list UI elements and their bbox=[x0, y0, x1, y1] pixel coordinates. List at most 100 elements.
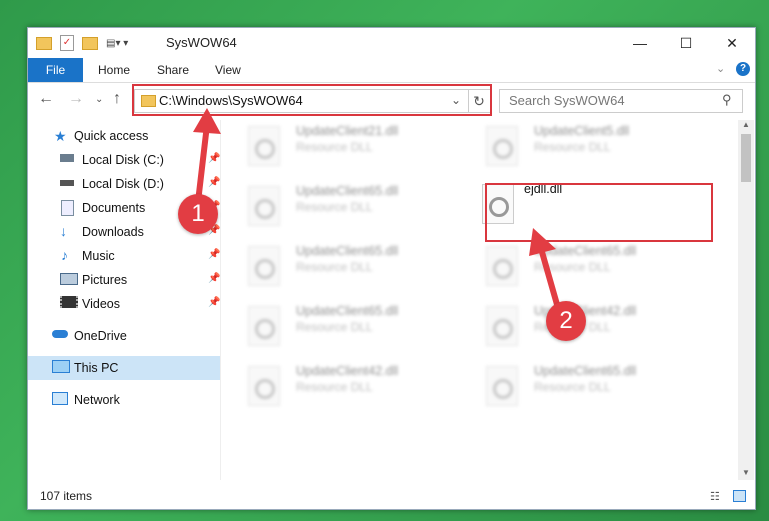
file-description: Resource DLL bbox=[296, 380, 373, 394]
properties-icon[interactable]: ✓ bbox=[60, 35, 74, 51]
file-name: UpdateClient65.dll bbox=[296, 184, 399, 198]
ribbon: File Home Share View ⌄ ? bbox=[28, 58, 755, 83]
file-name: UpdateClient5.dll bbox=[534, 124, 630, 138]
step-badge-2: 2 bbox=[546, 301, 586, 341]
sidebar-item-local-disk-d[interactable]: Local Disk (D:) 📌 bbox=[28, 172, 220, 196]
drive-icon bbox=[60, 154, 74, 162]
help-icon[interactable]: ? bbox=[736, 62, 750, 76]
address-highlight-box bbox=[132, 84, 492, 116]
sidebar-item-label: Network bbox=[74, 393, 120, 407]
up-arrow-icon[interactable]: ↑ bbox=[113, 90, 121, 108]
film-icon bbox=[60, 296, 78, 308]
sidebar-item-onedrive[interactable]: OneDrive bbox=[28, 324, 220, 348]
title-bar: ✓ ▤▾ ▾ SysWOW64 — ☐ ✕ bbox=[28, 28, 755, 58]
file-item[interactable]: UpdateClient21.dll Resource DLL bbox=[224, 120, 452, 174]
sidebar-item-network[interactable]: Network bbox=[28, 388, 220, 412]
tab-share[interactable]: Share bbox=[157, 63, 189, 77]
window-title: SysWOW64 bbox=[166, 35, 237, 50]
sidebar-item-label: Local Disk (C:) bbox=[82, 153, 164, 167]
pin-icon[interactable]: 📌 bbox=[208, 249, 220, 260]
sidebar-item-label: This PC bbox=[74, 361, 119, 375]
item-count: 107 items bbox=[40, 489, 93, 503]
dll-file-icon bbox=[486, 246, 518, 286]
dll-file-icon bbox=[248, 246, 280, 286]
network-icon bbox=[52, 392, 68, 405]
dll-file-icon bbox=[486, 126, 518, 166]
sidebar-item-this-pc[interactable]: This PC bbox=[28, 356, 220, 380]
explorer-window: ✓ ▤▾ ▾ SysWOW64 — ☐ ✕ File Home Share Vi… bbox=[27, 27, 756, 510]
search-input[interactable]: Search SysWOW64 ⚲ bbox=[499, 89, 743, 113]
sidebar-item-label: Videos bbox=[82, 297, 120, 311]
pin-icon[interactable]: 📌 bbox=[208, 297, 220, 308]
file-description: Resource DLL bbox=[534, 260, 611, 274]
file-item[interactable]: UpdateClient42.dll Resource DLL bbox=[224, 360, 452, 414]
sidebar-item-label: Pictures bbox=[82, 273, 128, 287]
file-description: Resource DLL bbox=[534, 380, 611, 394]
drive-icon bbox=[60, 180, 74, 186]
vertical-scrollbar[interactable]: ▲ ▼ bbox=[738, 120, 754, 480]
document-icon bbox=[61, 200, 74, 216]
sidebar-item-label: OneDrive bbox=[74, 329, 127, 343]
file-description: Resource DLL bbox=[296, 200, 373, 214]
pin-icon[interactable]: 📌 bbox=[208, 177, 220, 188]
cloud-icon bbox=[52, 330, 68, 338]
tab-view[interactable]: View bbox=[215, 63, 241, 77]
file-description: Resource DLL bbox=[296, 260, 373, 274]
sidebar-item-quick-access[interactable]: ★ Quick access bbox=[28, 124, 220, 148]
file-list: UpdateClient21.dll Resource DLL UpdateCl… bbox=[224, 120, 736, 480]
expand-ribbon-icon[interactable]: ⌄ bbox=[716, 62, 725, 75]
sidebar-item-label: Downloads bbox=[82, 225, 144, 239]
folder-icon[interactable] bbox=[36, 36, 52, 50]
file-description: Resource DLL bbox=[534, 140, 611, 154]
status-bar: 107 items ☷ bbox=[28, 483, 755, 509]
new-folder-icon[interactable] bbox=[82, 36, 98, 50]
minimize-button[interactable]: — bbox=[617, 28, 663, 58]
dll-file-icon bbox=[248, 366, 280, 406]
maximize-button[interactable]: ☐ bbox=[663, 28, 709, 58]
close-button[interactable]: ✕ bbox=[709, 28, 755, 58]
star-icon: ★ bbox=[54, 128, 67, 144]
pin-icon[interactable]: 📌 bbox=[208, 273, 220, 284]
picture-icon bbox=[60, 273, 78, 285]
file-item[interactable]: UpdateClient65.dll Resource DLL bbox=[462, 360, 690, 414]
file-name: UpdateClient65.dll bbox=[296, 304, 399, 318]
sidebar-item-music[interactable]: ♪ Music 📌 bbox=[28, 244, 220, 268]
file-name: UpdateClient65.dll bbox=[534, 244, 637, 258]
dll-file-icon bbox=[248, 186, 280, 226]
dll-file-icon bbox=[248, 306, 280, 346]
large-icons-view-icon[interactable] bbox=[733, 490, 746, 502]
computer-icon bbox=[52, 360, 70, 373]
file-item[interactable]: UpdateClient65.dll Resource DLL bbox=[224, 300, 452, 354]
search-placeholder: Search SysWOW64 bbox=[509, 93, 625, 108]
tab-home[interactable]: Home bbox=[98, 63, 130, 77]
search-icon: ⚲ bbox=[722, 92, 732, 107]
sidebar-item-videos[interactable]: Videos 📌 bbox=[28, 292, 220, 316]
scrollbar-thumb[interactable] bbox=[741, 134, 751, 182]
scroll-up-icon[interactable]: ▲ bbox=[742, 120, 750, 129]
sidebar-item-label: Quick access bbox=[74, 129, 149, 143]
forward-arrow-icon[interactable]: → bbox=[68, 90, 84, 108]
download-arrow-icon: ↓ bbox=[60, 223, 67, 239]
navigation-pane: ★ Quick access Local Disk (C:) 📌 Local D… bbox=[28, 120, 221, 480]
recent-locations-icon[interactable]: ⌄ bbox=[95, 94, 103, 105]
file-description: Resource DLL bbox=[296, 320, 373, 334]
quick-access-toolbar: ✓ ▤▾ ▾ bbox=[36, 34, 128, 52]
sidebar-item-local-disk-c[interactable]: Local Disk (C:) 📌 bbox=[28, 148, 220, 172]
sidebar-item-label: Music bbox=[82, 249, 115, 263]
sidebar-item-pictures[interactable]: Pictures 📌 bbox=[28, 268, 220, 292]
file-item[interactable]: UpdateClient65.dll Resource DLL bbox=[224, 240, 452, 294]
file-item[interactable]: UpdateClient65.dll Resource DLL bbox=[462, 240, 690, 294]
customize-toolbar-icon[interactable]: ▤▾ ▾ bbox=[106, 38, 128, 49]
music-note-icon: ♪ bbox=[61, 247, 68, 263]
scroll-down-icon[interactable]: ▼ bbox=[742, 468, 750, 477]
file-item[interactable]: UpdateClient65.dll Resource DLL bbox=[224, 180, 452, 234]
pin-icon[interactable]: 📌 bbox=[208, 153, 220, 164]
file-name: UpdateClient65.dll bbox=[534, 364, 637, 378]
dll-file-icon bbox=[486, 306, 518, 346]
dll-file-icon bbox=[248, 126, 280, 166]
details-view-icon[interactable]: ☷ bbox=[710, 490, 720, 503]
file-item[interactable]: UpdateClient5.dll Resource DLL bbox=[462, 120, 690, 174]
back-arrow-icon[interactable]: ← bbox=[38, 90, 54, 108]
tab-file[interactable]: File bbox=[28, 58, 83, 82]
step-badge-1: 1 bbox=[178, 194, 218, 234]
